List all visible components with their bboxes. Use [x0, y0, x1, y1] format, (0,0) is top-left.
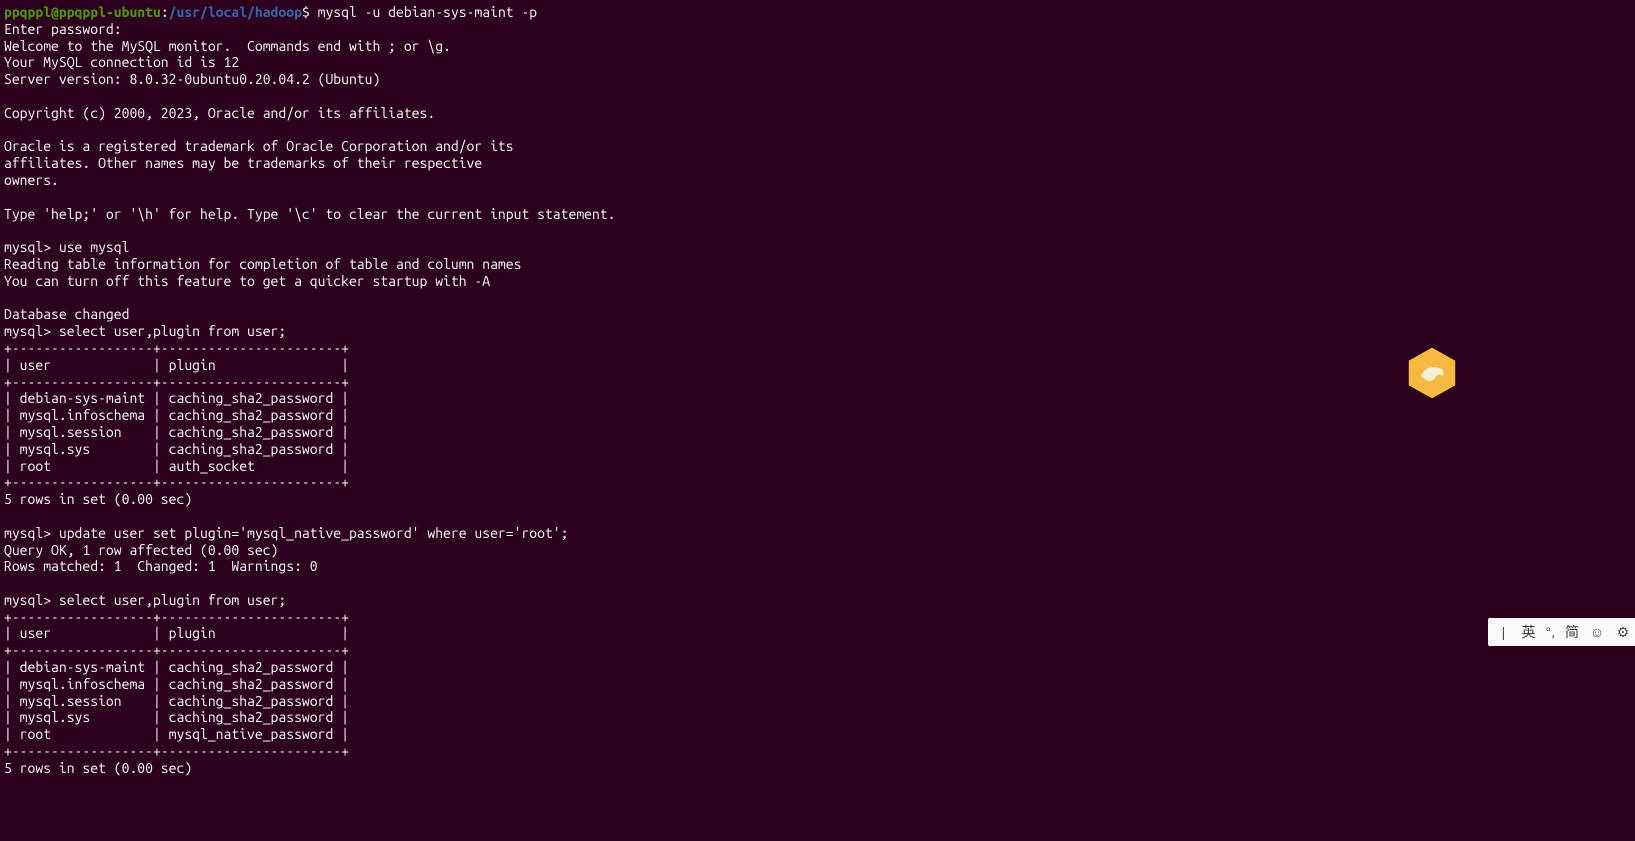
- output-line: Welcome to the MySQL monitor. Commands e…: [4, 38, 451, 54]
- table-border: +------------------+--------------------…: [4, 340, 349, 356]
- output-line: Query OK, 1 row affected (0.00 sec): [4, 542, 278, 558]
- output-line: Enter password:: [4, 21, 122, 37]
- table-row: | mysql.infoschema | caching_sha2_passwo…: [4, 676, 349, 692]
- output-line: You can turn off this feature to get a q…: [4, 273, 490, 289]
- table-row: | mysql.session | caching_sha2_password …: [4, 424, 349, 440]
- table-border: +------------------+--------------------…: [4, 743, 349, 759]
- output-line: Your MySQL connection id is 12: [4, 54, 239, 70]
- table-border: +------------------+--------------------…: [4, 609, 349, 625]
- output-line: Rows matched: 1 Changed: 1 Warnings: 0: [4, 558, 318, 574]
- output-line: 5 rows in set (0.00 sec): [4, 760, 192, 776]
- emoji-icon[interactable]: ☺: [1589, 624, 1605, 640]
- mysql-prompt-line: mysql> update user set plugin='mysql_nat…: [4, 525, 568, 541]
- table-row: | debian-sys-maint | caching_sha2_passwo…: [4, 390, 349, 406]
- prompt-user: ppqppl@ppqppl-ubuntu: [4, 4, 161, 20]
- output-line: Server version: 8.0.32-0ubuntu0.20.04.2 …: [4, 71, 380, 87]
- table-row: | debian-sys-maint | caching_sha2_passwo…: [4, 659, 349, 675]
- output-line: Database changed: [4, 306, 129, 322]
- command-text: mysql -u debian-sys-maint -p: [310, 4, 537, 20]
- output-line: owners.: [4, 172, 59, 188]
- ime-divider-icon: |: [1496, 624, 1512, 640]
- notification-badge-icon[interactable]: [1405, 346, 1459, 400]
- table-row: | mysql.session | caching_sha2_password …: [4, 693, 349, 709]
- output-line: Type 'help;' or '\h' for help. Type '\c'…: [4, 206, 616, 222]
- terminal-output[interactable]: ppqppl@ppqppl-ubuntu:/usr/local/hadoop$ …: [4, 4, 1631, 777]
- table-header: | user | plugin |: [4, 625, 349, 641]
- table-row: | mysql.infoschema | caching_sha2_passwo…: [4, 407, 349, 423]
- table-border: +------------------+--------------------…: [4, 474, 349, 490]
- table-border: +------------------+--------------------…: [4, 642, 349, 658]
- ime-toolbar[interactable]: | 英 °, 简 ☺ ⚙: [1488, 618, 1635, 646]
- output-line: Reading table information for completion…: [4, 256, 521, 272]
- ime-lang-en-button[interactable]: 英: [1522, 624, 1536, 641]
- mysql-prompt-line: mysql> select user,plugin from user;: [4, 592, 286, 608]
- table-row: | root | mysql_native_password |: [4, 726, 349, 742]
- table-border: +------------------+--------------------…: [4, 374, 349, 390]
- ime-punctuation-button[interactable]: °,: [1546, 624, 1556, 641]
- ime-lang-cn-button[interactable]: 简: [1565, 624, 1579, 641]
- prompt-dollar: $: [302, 4, 310, 20]
- output-line: 5 rows in set (0.00 sec): [4, 491, 192, 507]
- table-row: | root | auth_socket |: [4, 458, 349, 474]
- mysql-prompt-line: mysql> use mysql: [4, 239, 129, 255]
- prompt-colon: :: [161, 4, 169, 20]
- table-header: | user | plugin |: [4, 357, 349, 373]
- prompt-path: /usr/local/hadoop: [169, 4, 302, 20]
- table-row: | mysql.sys | caching_sha2_password |: [4, 441, 349, 457]
- output-line: Copyright (c) 2000, 2023, Oracle and/or …: [4, 105, 435, 121]
- mysql-prompt-line: mysql> select user,plugin from user;: [4, 323, 286, 339]
- output-line: Oracle is a registered trademark of Orac…: [4, 138, 514, 154]
- output-line: affiliates. Other names may be trademark…: [4, 155, 482, 171]
- gear-icon[interactable]: ⚙: [1615, 624, 1631, 640]
- table-row: | mysql.sys | caching_sha2_password |: [4, 709, 349, 725]
